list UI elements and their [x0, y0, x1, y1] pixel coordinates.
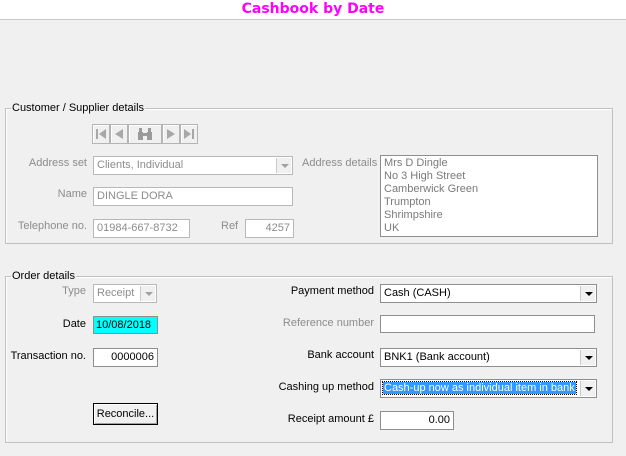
transaction-field[interactable]: 0000006	[93, 348, 158, 367]
address-line: Camberwick Green	[384, 183, 479, 195]
date-field[interactable]: 10/08/2018	[93, 316, 158, 334]
chevron-down-icon[interactable]	[276, 158, 291, 173]
cashing-up-method-select[interactable]: Cash-up now as individual item in bank	[380, 379, 597, 398]
name-label: Name	[57, 188, 87, 200]
order-details-group-label: Order details	[11, 270, 76, 282]
cashing-up-method-value: Cash-up now as individual item in bank	[382, 381, 577, 395]
address-line: Shrimpshire	[384, 209, 443, 221]
chevron-down-icon[interactable]	[580, 350, 595, 365]
bank-account-value: BNK1 (Bank account)	[384, 351, 490, 363]
date-label: Date	[62, 318, 86, 330]
receipt-amount-label: Receipt amount £	[287, 413, 374, 425]
reference-number-label: Reference number	[282, 317, 374, 329]
address-details-box[interactable]: Mrs D Dingle No 3 High Street Camberwick…	[380, 155, 598, 237]
address-line: Trumpton	[384, 196, 431, 208]
address-set-select[interactable]: Clients, Individual	[93, 156, 293, 175]
last-record-icon	[184, 129, 194, 139]
first-record-button[interactable]	[92, 124, 110, 144]
ref-label: Ref	[221, 220, 239, 232]
next-record-icon	[167, 129, 175, 139]
cashing-up-method-label: Cashing up method	[278, 381, 374, 393]
payment-method-value: Cash (CASH)	[384, 287, 451, 299]
bank-account-label: Bank account	[307, 349, 374, 361]
chevron-down-icon[interactable]	[580, 381, 595, 396]
bank-account-select[interactable]: BNK1 (Bank account)	[380, 348, 597, 367]
telephone-label: Telephone no.	[17, 220, 87, 232]
chevron-down-icon[interactable]	[580, 286, 595, 301]
find-record-button[interactable]	[128, 124, 162, 144]
receipt-amount-field[interactable]: 0.00	[380, 411, 454, 430]
reference-number-field[interactable]	[380, 315, 595, 333]
reconcile-button[interactable]: Reconcile...	[93, 403, 158, 425]
address-line: Mrs D Dingle	[384, 157, 448, 169]
payment-method-label: Payment method	[290, 285, 374, 297]
previous-record-icon	[115, 129, 123, 139]
ref-field[interactable]: 4257	[245, 219, 294, 238]
last-record-button[interactable]	[180, 124, 198, 144]
type-select[interactable]: Receipt	[93, 284, 157, 303]
name-field[interactable]: DINGLE DORA	[93, 187, 293, 206]
next-record-button[interactable]	[162, 124, 180, 144]
address-details-label: Address details	[302, 157, 378, 169]
address-line: No 3 High Street	[384, 170, 466, 182]
customer-details-group-label: Customer / Supplier details	[11, 102, 146, 114]
address-set-label: Address set	[28, 157, 87, 169]
type-value: Receipt	[97, 287, 135, 299]
address-set-value: Clients, Individual	[97, 159, 184, 171]
page-title: Cashbook by Date	[241, 1, 385, 17]
previous-record-button[interactable]	[110, 124, 128, 144]
first-record-icon	[96, 129, 106, 139]
type-label: Type	[62, 285, 86, 297]
chevron-down-icon[interactable]	[140, 286, 155, 301]
payment-method-select[interactable]: Cash (CASH)	[380, 284, 597, 303]
address-line: UK	[384, 222, 400, 234]
transaction-label: Transaction no.	[10, 350, 86, 362]
binoculars-icon	[138, 128, 152, 140]
telephone-field[interactable]: 01984-667-8732	[93, 219, 190, 238]
